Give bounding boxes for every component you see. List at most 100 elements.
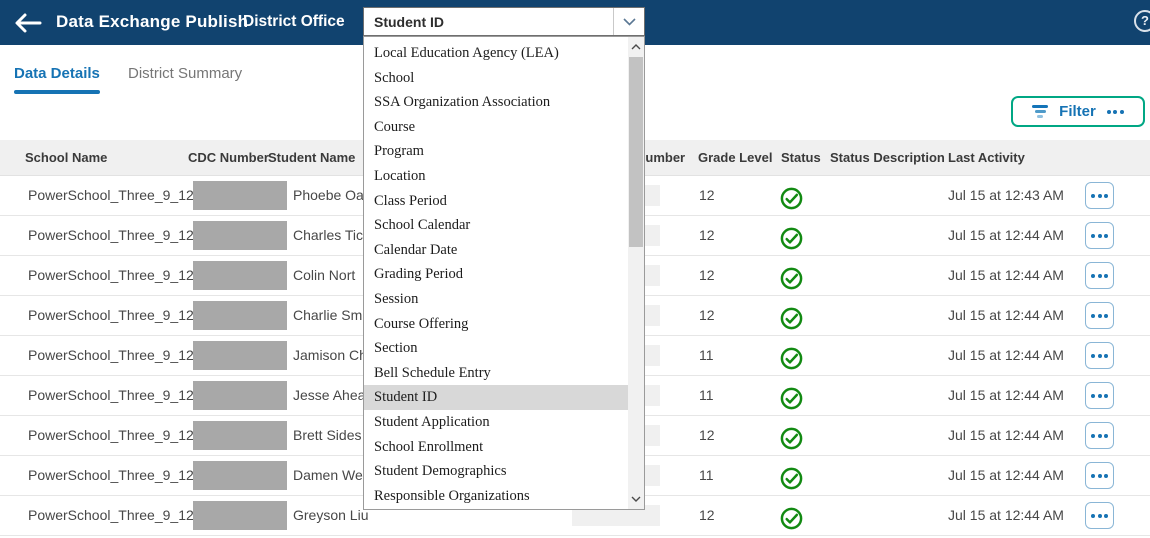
dropdown-option[interactable]: Calendar Date [364,238,629,263]
last-activity-cell: Jul 15 at 12:44 AM [948,347,1064,363]
last-activity-cell: Jul 15 at 12:44 AM [948,427,1064,443]
dropdown-option[interactable]: Program [364,139,629,164]
scrollbar-thumb[interactable] [629,57,643,247]
last-activity-cell: Jul 15 at 12:44 AM [948,467,1064,483]
cdc-number-redacted-value [193,261,287,290]
ellipsis-icon [1091,314,1108,318]
status-success-icon [780,267,803,290]
scroll-down-icon[interactable] [628,491,644,507]
row-actions-button[interactable] [1085,462,1114,489]
ellipsis-icon [1091,274,1108,278]
school-name-cell: PowerSchool_Three_9_12 [28,267,194,283]
student-name-cell: Charlie Sm [293,307,362,323]
dropdown-option[interactable]: Bell Schedule Entry [364,361,629,386]
column-header-school-name: School Name [25,150,107,165]
student-name-cell: Brett Sides [293,427,361,443]
filter-icon [1032,105,1048,118]
status-success-icon [780,307,803,330]
row-actions-button[interactable] [1085,302,1114,329]
dropdown-option[interactable]: Student Demographics [364,459,629,484]
column-header-student-name: Student Name [268,150,355,165]
ellipsis-icon [1091,394,1108,398]
row-actions-button[interactable] [1085,222,1114,249]
dropdown-scrollbar[interactable] [628,37,644,509]
dropdown-option[interactable]: School Enrollment [364,435,629,460]
dropdown-option[interactable]: School Calendar [364,213,629,238]
scroll-up-icon[interactable] [628,39,644,55]
school-name-cell: PowerSchool_Three_9_12 [28,307,194,323]
school-name-cell: PowerSchool_Three_9_12 [28,507,194,523]
back-arrow-icon[interactable] [13,11,43,35]
help-icon[interactable]: ? [1134,10,1150,32]
student-name-cell: Colin Nort [293,267,355,283]
active-tab-underline [14,90,100,94]
dropdown-option[interactable]: Student Application [364,410,629,435]
cdc-number-redacted-value [193,421,287,450]
district-office-label: District Office [243,13,345,31]
entity-select[interactable]: Student ID [363,7,645,36]
grade-level-cell: 11 [699,467,714,483]
dropdown-option[interactable]: Course Offering [364,312,629,337]
school-name-cell: PowerSchool_Three_9_12 [28,227,194,243]
dropdown-option[interactable]: Location [364,164,629,189]
student-name-cell: Jesse Ahea [293,387,365,403]
dropdown-option[interactable]: Section [364,336,629,361]
ellipsis-icon [1091,514,1108,518]
cdc-number-redacted-value [193,181,287,210]
chevron-down-icon[interactable] [613,8,644,35]
school-name-cell: PowerSchool_Three_9_12 [28,187,194,203]
grade-level-cell: 11 [699,387,714,403]
entity-select-value: Student ID [374,14,444,30]
last-activity-cell: Jul 15 at 12:44 AM [948,507,1064,523]
row-actions-button[interactable] [1085,422,1114,449]
dropdown-option[interactable]: SSA Organization Association [364,90,629,115]
dropdown-option[interactable]: Local Education Agency (LEA) [364,41,629,66]
dropdown-option[interactable]: Student ID [364,385,629,410]
tab-data-details-label: Data Details [14,65,100,82]
cdc-number-redacted-value [193,341,287,370]
more-options-icon[interactable] [1107,110,1124,114]
cdc-number-redacted-value [193,221,287,250]
filter-button[interactable]: Filter [1011,96,1145,127]
page-title: Data Exchange Publish [56,12,248,32]
grade-level-cell: 12 [699,227,715,243]
row-actions-button[interactable] [1085,342,1114,369]
status-success-icon [780,347,803,370]
grade-level-cell: 12 [699,307,715,323]
last-activity-cell: Jul 15 at 12:44 AM [948,227,1064,243]
tab-data-details[interactable]: Data Details [14,65,100,82]
dropdown-option[interactable]: Class Period [364,189,629,214]
dropdown-option[interactable]: Session [364,287,629,312]
status-success-icon [780,467,803,490]
row-actions-button[interactable] [1085,262,1114,289]
row-actions-button[interactable] [1085,182,1114,209]
dropdown-option[interactable]: School [364,66,629,91]
ellipsis-icon [1091,354,1108,358]
ellipsis-icon [1091,434,1108,438]
student-name-cell: Phoebe Oa [293,187,364,203]
school-name-cell: PowerSchool_Three_9_12 [28,387,194,403]
row-actions-button[interactable] [1085,502,1114,529]
school-name-cell: PowerSchool_Three_9_12 [28,467,194,483]
column-header-cdc-number: CDC Number [188,150,269,165]
tab-district-summary[interactable]: District Summary [128,65,242,82]
dropdown-option[interactable]: Course [364,115,629,140]
column-header-last-activity: Last Activity [948,150,1025,165]
student-name-cell: Greyson Liu [293,507,368,523]
cdc-number-redacted-value [193,501,287,530]
status-success-icon [780,507,803,530]
school-name-cell: PowerSchool_Three_9_12 [28,427,194,443]
column-header-status-description: Status Description [830,150,945,165]
cdc-number-redacted-value [193,301,287,330]
last-activity-cell: Jul 15 at 12:44 AM [948,267,1064,283]
grade-level-cell: 12 [699,187,715,203]
dropdown-option[interactable]: Responsible Organizations [364,484,629,509]
grade-level-cell: 12 [699,267,715,283]
school-name-cell: PowerSchool_Three_9_12 [28,347,194,363]
entity-dropdown-options: Local Education Agency (LEA)SchoolSSA Or… [364,41,629,508]
column-header-grade-level: Grade Level [698,150,772,165]
row-actions-button[interactable] [1085,382,1114,409]
dropdown-option[interactable]: Grading Period [364,262,629,287]
cdc-number-redacted-value [193,381,287,410]
student-name-cell: Charles Tic [293,227,363,243]
